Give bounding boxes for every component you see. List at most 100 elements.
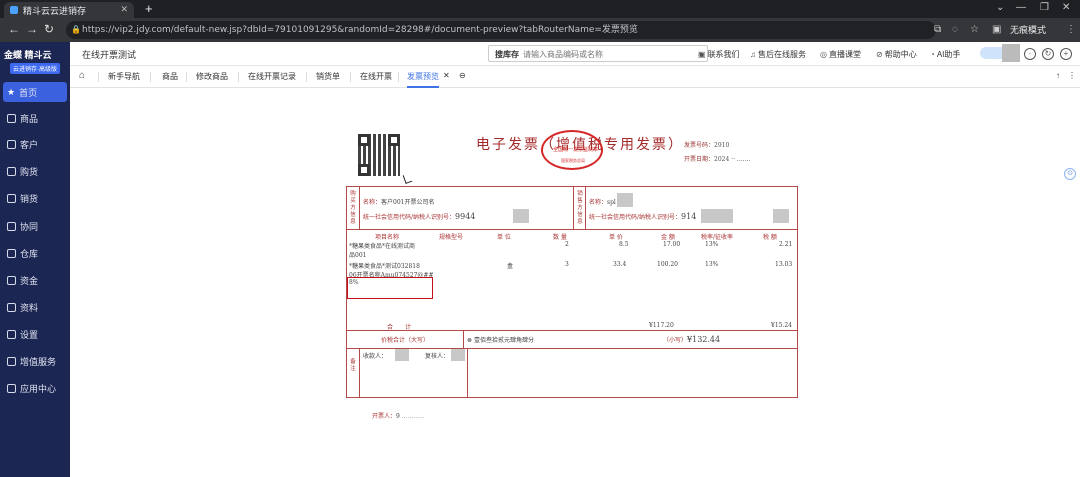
more-vertical-icon[interactable]: ⋮	[1068, 71, 1076, 80]
tab-invoice-preview[interactable]: 发票预览	[407, 71, 439, 88]
label: 名称：	[589, 199, 608, 206]
browser-tab-bar: 精斗云云进销存 ✕ + ⌄ — ❐ ✕	[0, 0, 1080, 18]
sidebar-item-app-center[interactable]: 应用中心	[3, 378, 67, 398]
sidebar-item-label: 应用中心	[20, 383, 57, 394]
item-amount: 17.00	[663, 241, 681, 248]
incognito-indicator[interactable]: 无痕模式	[1010, 23, 1046, 36]
sidebar-item-settings[interactable]: 设置	[3, 324, 67, 344]
scroll-top-icon[interactable]: ↑	[1056, 71, 1060, 80]
tab-edit-goods[interactable]: 修改商品	[196, 71, 228, 82]
label: 开票人：	[372, 413, 397, 420]
minimize-icon[interactable]: —	[1016, 2, 1026, 13]
value: spl	[607, 199, 616, 206]
sidebar-item-warehouse[interactable]: 仓库	[3, 243, 67, 263]
chat-icon: ▣	[698, 50, 706, 59]
help-center-link[interactable]: ⊘ 帮助中心	[876, 49, 917, 60]
browser-tab[interactable]: 精斗云云进销存 ✕	[4, 2, 134, 18]
data-icon	[7, 302, 16, 312]
restore-icon[interactable]: ❐	[1040, 2, 1049, 13]
tab-sales-order[interactable]: 销货单	[316, 71, 340, 82]
window-close-icon[interactable]: ✕	[1062, 2, 1070, 13]
eye-off-icon[interactable]: ◌	[952, 24, 958, 35]
value: 9944	[455, 212, 476, 221]
avatar[interactable]	[1002, 44, 1020, 62]
tab-online-invoice[interactable]: 在线开票	[360, 71, 392, 82]
more-tabs-icon[interactable]: ⊖	[459, 71, 466, 80]
sidebar-item-value-added[interactable]: 增值服务	[3, 351, 67, 371]
divider	[585, 187, 586, 229]
tab-goods[interactable]: 商品	[162, 71, 178, 82]
cast-icon[interactable]: ⧉	[934, 24, 941, 35]
item-qty: 3	[565, 261, 569, 268]
floating-chat-icon[interactable]: ⊙	[1064, 168, 1076, 180]
col-header: 税率/征收率	[701, 234, 734, 241]
tab-divider	[350, 72, 351, 82]
tab-invoice-records[interactable]: 在线开票记录	[248, 71, 296, 82]
value: ¥132.44	[687, 335, 721, 344]
col-header: 数 量	[553, 234, 567, 241]
sidebar-item-home[interactable]: ★ 首页	[3, 82, 67, 102]
tab-divider	[306, 72, 307, 82]
invoice-number: 发票号码：2910	[684, 140, 729, 149]
qr-corner	[388, 134, 400, 146]
company-name[interactable]: 在线开票测试	[82, 48, 136, 61]
after-sales-link[interactable]: ♫ 售后在线服务	[750, 49, 806, 60]
add-icon[interactable]: +	[1060, 48, 1072, 60]
contact-us-link[interactable]: ▣ 联系我们	[698, 49, 740, 60]
forward-icon[interactable]: →	[26, 22, 38, 36]
divider	[359, 348, 360, 398]
more-icon[interactable]: ·	[1024, 48, 1036, 60]
sidebar-item-goods[interactable]: 商品	[3, 108, 67, 128]
ai-assistant-link[interactable]: ◔ AI助手	[930, 49, 960, 60]
label: （小写）	[663, 337, 688, 344]
redaction	[513, 209, 529, 223]
divider	[347, 330, 797, 331]
refresh-icon[interactable]: ↻	[1042, 48, 1054, 60]
search-label[interactable]: 搜库存	[495, 49, 519, 60]
item-price: 33.4	[613, 261, 627, 268]
buyer-tax-id: 统一社会信用代码/纳税人识别号：9944	[363, 212, 475, 221]
close-tab-icon[interactable]: ✕	[120, 4, 128, 15]
price-tax-small: （小写）¥132.44	[663, 335, 720, 344]
value: 914	[681, 212, 697, 221]
label: 统一社会信用代码/纳税人识别号：	[363, 214, 456, 221]
stock-search[interactable]: 搜库存 ⌕	[488, 45, 708, 62]
new-tab-button[interactable]: +	[145, 1, 153, 16]
remark-label: 备注	[350, 359, 356, 372]
divider	[463, 330, 464, 348]
menu-dots-icon[interactable]: ⋮	[1066, 24, 1076, 35]
col-header: 规格型号	[439, 234, 464, 241]
back-icon[interactable]: ←	[8, 22, 20, 36]
url-field[interactable]: 🔒 https://vip2.jdy.com/default-new.jsp?d…	[66, 21, 936, 39]
goods-icon	[7, 113, 16, 123]
close-tab-icon[interactable]: ✕	[443, 71, 450, 80]
purchase-icon	[7, 166, 16, 176]
search-input[interactable]	[523, 48, 683, 60]
sidebar-item-label: 销货	[20, 193, 39, 204]
total-amount: ¥117.20	[649, 322, 674, 329]
sidebar-item-purchase[interactable]: 购货	[3, 161, 67, 181]
tab-newbie-guide[interactable]: 新手导航	[108, 71, 140, 82]
sidebar-item-label: 协同	[20, 221, 39, 232]
redaction	[773, 209, 789, 223]
live-class-link[interactable]: ◎ 直播课堂	[820, 49, 861, 60]
sidebar-item-sales[interactable]: 销货	[3, 188, 67, 208]
seller-tax-id: 统一社会信用代码/纳税人识别号：914	[589, 212, 696, 221]
tab-divider	[150, 72, 151, 82]
sidebar-item-customer[interactable]: 客户	[3, 134, 67, 154]
seal-text-top: 全国统一发票监制章	[553, 147, 599, 153]
sidebar-item-label: 资料	[20, 302, 39, 313]
item-tax: 2.21	[779, 241, 793, 248]
funds-icon	[7, 275, 16, 285]
reload-icon[interactable]: ↻	[44, 22, 54, 36]
bookmark-star-icon[interactable]: ☆	[970, 24, 979, 35]
sidebar-item-data[interactable]: 资料	[3, 297, 67, 317]
home-icon[interactable]: ⌂	[79, 70, 91, 82]
sidebar-item-funds[interactable]: 资金	[3, 270, 67, 290]
tab-divider	[398, 72, 399, 82]
sidebar-item-label: 资金	[20, 275, 39, 286]
side-panel-icon[interactable]: ▣	[992, 24, 1001, 35]
tab-divider	[238, 72, 239, 82]
chevron-down-icon[interactable]: ⌄	[996, 2, 1004, 13]
sidebar-item-collab[interactable]: 协同	[3, 216, 67, 236]
